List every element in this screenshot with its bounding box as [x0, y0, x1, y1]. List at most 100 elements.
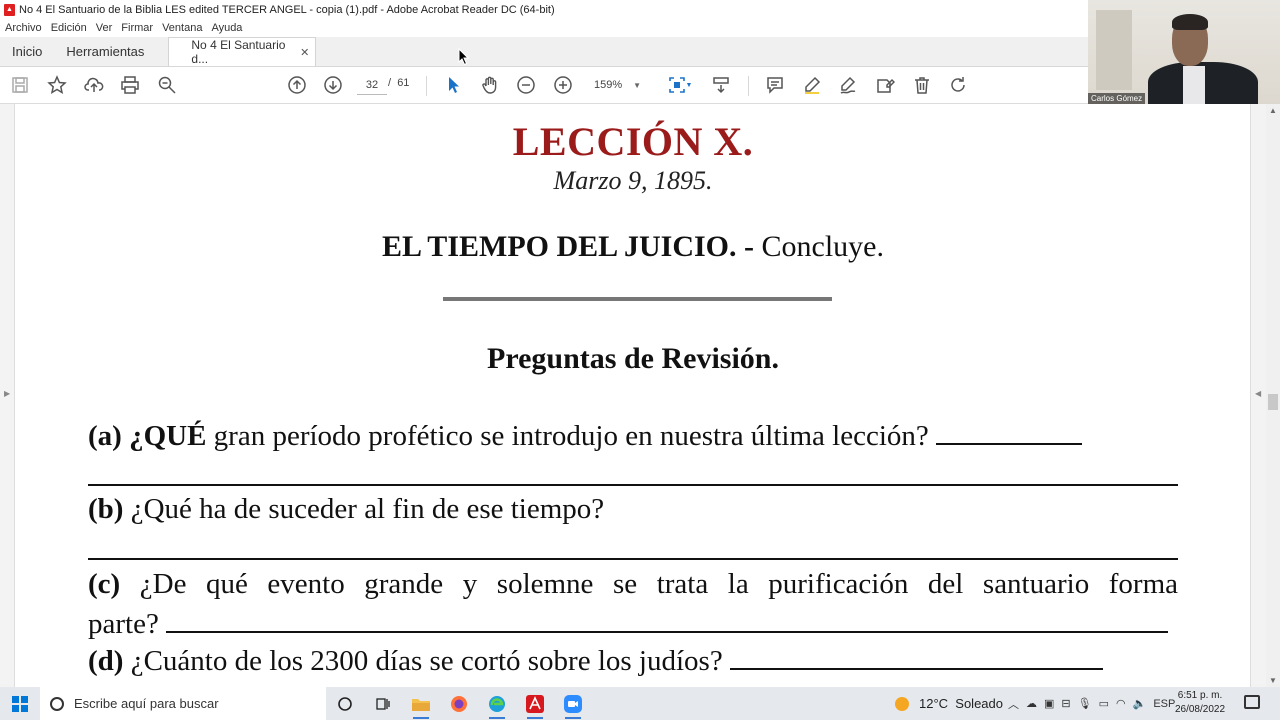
- question-text: ¿Qué ha de suceder al fin de ese tiempo?: [130, 493, 605, 525]
- print-icon[interactable]: [118, 74, 142, 96]
- document-viewport[interactable]: LECCIÓN X. Marzo 9, 1895. EL TIEMPO DEL …: [0, 104, 1266, 687]
- taskbar-search[interactable]: Escribe aquí para buscar: [40, 687, 326, 720]
- running-indicator: [527, 717, 543, 719]
- meet-now-icon[interactable]: ▣: [1044, 697, 1054, 710]
- presenter-hair: [1172, 14, 1208, 30]
- rotate-icon[interactable]: [946, 74, 970, 96]
- file-explorer-icon[interactable]: [402, 687, 440, 720]
- zoom-in-icon[interactable]: [551, 74, 575, 96]
- scroll-down-icon[interactable]: ▼: [1269, 676, 1277, 685]
- question-label: (c): [88, 568, 121, 600]
- question-b: (b) ¿Qué ha de suceder al fin de ese tie…: [88, 490, 1178, 528]
- menu-firmar[interactable]: Firmar: [121, 22, 153, 34]
- background-shelf: [1096, 10, 1132, 90]
- clock-date: 26/08/2022: [1174, 704, 1226, 715]
- answer-blank: [166, 603, 1169, 633]
- question-d: (d) ¿Cuánto de los 2300 días se cortó so…: [88, 640, 1178, 680]
- page-total-count: 61: [397, 77, 410, 89]
- sun-icon: [895, 696, 909, 711]
- page-fit-dropdown-icon[interactable]: ▼: [684, 74, 694, 96]
- usb-icon[interactable]: ⊟: [1061, 697, 1070, 710]
- left-panel-toggle[interactable]: ▶: [0, 104, 15, 687]
- scroll-mode-icon[interactable]: [709, 74, 733, 96]
- comment-icon[interactable]: [763, 74, 787, 96]
- volume-icon[interactable]: 🔈: [1133, 697, 1147, 710]
- edge-icon[interactable]: [478, 687, 516, 720]
- clock-time: 6:51 p. m.: [1177, 690, 1223, 701]
- answer-blank: [936, 415, 1083, 445]
- firefox-icon[interactable]: [440, 687, 478, 720]
- battery-icon[interactable]: ▭: [1099, 697, 1109, 710]
- wifi-icon[interactable]: ◠: [1116, 697, 1126, 710]
- weather-temp: 12°C: [919, 696, 949, 711]
- answer-blank: [729, 640, 1103, 670]
- next-page-icon[interactable]: [321, 74, 345, 96]
- onedrive-icon[interactable]: ☁: [1026, 697, 1037, 710]
- right-panel-toggle[interactable]: ◀: [1250, 104, 1266, 687]
- select-cursor-icon[interactable]: [441, 74, 465, 96]
- presenter-shirt: [1183, 66, 1205, 104]
- save-icon[interactable]: [8, 74, 32, 96]
- zoom-search-icon[interactable]: [155, 74, 179, 96]
- tab-tools[interactable]: Herramientas: [54, 37, 156, 66]
- zoom-out-icon[interactable]: [514, 74, 538, 96]
- review-title: Preguntas de Revisión.: [487, 342, 779, 375]
- star-icon[interactable]: [45, 74, 69, 96]
- search-placeholder: Escribe aquí para buscar: [74, 696, 219, 711]
- task-view-icon[interactable]: [364, 687, 402, 720]
- expand-right-icon[interactable]: ◀: [1255, 389, 1261, 398]
- chevron-up-icon[interactable]: ︿: [1008, 696, 1019, 712]
- system-clock[interactable]: 6:51 p. m. 26/08/2022: [1170, 689, 1230, 717]
- menu-edicion[interactable]: Edición: [51, 22, 87, 34]
- vertical-scrollbar[interactable]: ▲ ▼: [1266, 104, 1280, 687]
- question-text: gran período profético se introdujo en n…: [213, 420, 929, 452]
- lesson-date: Marzo 9, 1895.: [553, 166, 713, 195]
- sign-pen-icon[interactable]: [836, 74, 860, 96]
- acrobat-icon[interactable]: [516, 687, 554, 720]
- edit-pdf-icon[interactable]: [873, 74, 897, 96]
- cortana-icon[interactable]: [326, 687, 364, 720]
- answer-line: [88, 484, 1178, 486]
- delete-icon[interactable]: [910, 74, 934, 96]
- scrollbar-thumb[interactable]: [1268, 394, 1278, 410]
- zoom-select[interactable]: 159% ▼: [590, 75, 645, 95]
- webcam-overlay: Carlos Gómez: [1088, 0, 1280, 104]
- highlight-pen-icon[interactable]: [800, 74, 824, 96]
- upload-cloud-icon[interactable]: [82, 74, 106, 96]
- question-c: (c) ¿De qué evento grande y solemne se t…: [88, 565, 1178, 643]
- running-indicator: [565, 717, 581, 719]
- menu-archivo[interactable]: Archivo: [5, 22, 42, 34]
- question-lead: ¿QUÉ: [129, 420, 207, 452]
- weather-widget[interactable]: 12°C Soleado: [895, 687, 1003, 720]
- menu-ventana[interactable]: Ventana: [162, 22, 202, 34]
- presenter-name: Carlos Gómez: [1088, 93, 1146, 104]
- hand-tool-icon[interactable]: [478, 74, 502, 96]
- menu-bar: Archivo Edición Ver Firmar Ventana Ayuda: [0, 19, 1088, 37]
- page-total: / 61: [388, 77, 409, 89]
- menu-ver[interactable]: Ver: [96, 22, 113, 34]
- close-tab-icon[interactable]: ✕: [300, 46, 309, 59]
- menu-ayuda[interactable]: Ayuda: [211, 22, 242, 34]
- expand-left-icon[interactable]: ▶: [4, 389, 10, 398]
- section-heading-bold: EL TIEMPO DEL JUICIO. -: [381, 230, 755, 263]
- tab-document[interactable]: No 4 El Santuario d... ✕: [168, 37, 317, 66]
- previous-page-icon[interactable]: [285, 74, 309, 96]
- page-number-input[interactable]: 32: [357, 75, 387, 95]
- tab-home[interactable]: Inicio: [0, 37, 54, 66]
- weather-desc: Soleado: [955, 696, 1003, 711]
- microphone-icon[interactable]: 🎙: [1078, 697, 1092, 710]
- tab-document-label: No 4 El Santuario d...: [191, 38, 286, 66]
- question-text: ¿De qué evento grande y solemne se trata…: [139, 568, 1179, 600]
- question-a: (a) ¿QUÉ gran período profético se intro…: [88, 415, 1178, 455]
- pdf-page: LECCIÓN X. Marzo 9, 1895. EL TIEMPO DEL …: [16, 104, 1250, 687]
- zoom-app-icon[interactable]: [554, 687, 592, 720]
- page-separator: /: [388, 77, 392, 89]
- notifications-icon[interactable]: [1244, 695, 1260, 709]
- section-heading: EL TIEMPO DEL JUICIO. - Concluye.: [16, 230, 1250, 264]
- window-title: No 4 El Santuario de la Biblia LES edite…: [19, 3, 555, 16]
- toolbar-divider: [426, 76, 427, 96]
- question-text-continued: parte?: [88, 608, 159, 640]
- windows-start-icon[interactable]: [0, 687, 40, 720]
- divider-rule: [443, 297, 832, 301]
- scroll-up-icon[interactable]: ▲: [1269, 106, 1277, 115]
